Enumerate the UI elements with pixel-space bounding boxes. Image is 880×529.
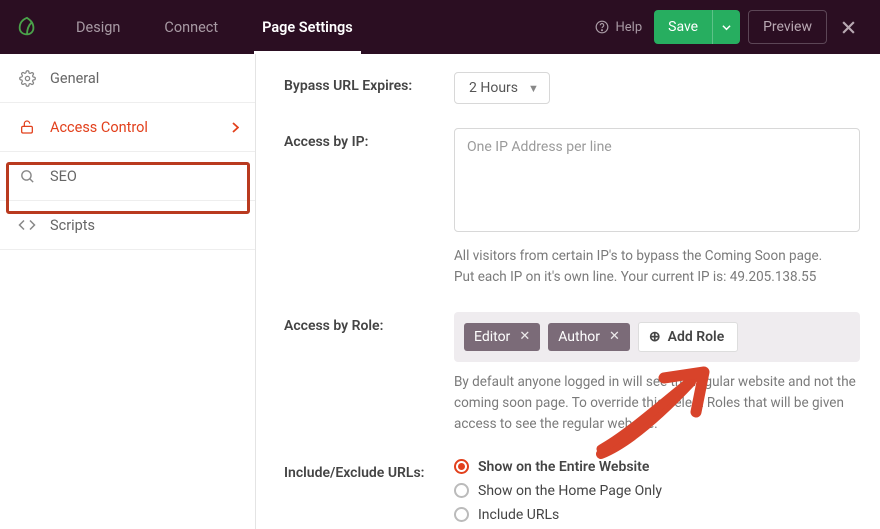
save-label: Save [654, 19, 712, 35]
tab-design[interactable]: Design [54, 0, 142, 54]
sidebar-item-label: SEO [50, 168, 77, 185]
lock-icon [18, 118, 36, 136]
field-access-by-role: Access by Role: Editor ✕ Author ✕ ⊕ Add … [284, 312, 860, 435]
chip-label: Author [558, 329, 600, 345]
gear-icon [18, 69, 36, 87]
search-icon [18, 167, 36, 185]
role-box: Editor ✕ Author ✕ ⊕ Add Role [454, 312, 860, 362]
field-label: Access by Role: [284, 312, 454, 435]
select-value: 2 Hours [469, 80, 518, 96]
field-access-by-ip: Access by IP: All visitors from certain … [284, 128, 860, 288]
radio-dot [454, 459, 469, 474]
help-label: Help [615, 20, 642, 35]
close-icon [841, 20, 856, 35]
bypass-expires-select[interactable]: 2 Hours ▼ [454, 72, 550, 104]
radio-dot [454, 507, 469, 522]
radio-label: Show on the Home Page Only [478, 483, 662, 499]
top-tabs: Design Connect Page Settings [54, 0, 375, 54]
chip-label: Editor [474, 329, 510, 345]
field-include-exclude-urls: Include/Exclude URLs: Show on the Entire… [284, 459, 860, 529]
sidebar-item-label: Scripts [50, 217, 95, 234]
topbar: Design Connect Page Settings Help Save P… [0, 0, 880, 54]
chevron-down-icon: ▼ [528, 82, 539, 95]
remove-icon[interactable]: ✕ [519, 329, 530, 344]
radio-label: Show on the Entire Website [478, 459, 649, 475]
radio-home-page-only[interactable]: Show on the Home Page Only [454, 483, 860, 499]
sidebar-item-scripts[interactable]: Scripts [0, 201, 255, 250]
chevron-right-icon [232, 122, 239, 133]
radio-label: Include URLs [478, 507, 559, 523]
sidebar-item-seo[interactable]: SEO [0, 152, 255, 201]
ip-textarea[interactable] [454, 128, 860, 232]
help-link[interactable]: Help [593, 18, 642, 36]
preview-button[interactable]: Preview [748, 10, 827, 44]
plus-icon: ⊕ [649, 329, 661, 345]
role-hint: By default anyone logged in will see the… [454, 372, 860, 435]
radio-include-urls[interactable]: Include URLs [454, 507, 860, 523]
sidebar: General Access Control SEO Scripts [0, 54, 256, 529]
app-logo[interactable] [0, 0, 54, 54]
field-label: Bypass URL Expires: [284, 72, 454, 104]
main-panel: Bypass URL Expires: 2 Hours ▼ Access by … [256, 54, 880, 529]
field-label: Include/Exclude URLs: [284, 459, 454, 529]
save-button[interactable]: Save [654, 10, 740, 44]
field-bypass-expires: Bypass URL Expires: 2 Hours ▼ [284, 72, 860, 104]
code-icon [18, 216, 36, 234]
add-role-button[interactable]: ⊕ Add Role [638, 322, 738, 352]
radio-dot [454, 483, 469, 498]
close-button[interactable] [827, 20, 870, 35]
ip-hint: All visitors from certain IP's to bypass… [454, 246, 860, 288]
sidebar-item-access-control[interactable]: Access Control [0, 103, 255, 152]
url-radio-group: Show on the Entire Website Show on the H… [454, 459, 860, 529]
sidebar-item-general[interactable]: General [0, 54, 255, 103]
sidebar-item-label: Access Control [50, 119, 148, 136]
sidebar-item-label: General [50, 70, 99, 87]
save-dropdown[interactable] [712, 10, 740, 44]
role-chip-author[interactable]: Author ✕ [548, 323, 630, 351]
radio-entire-website[interactable]: Show on the Entire Website [454, 459, 860, 475]
field-label: Access by IP: [284, 128, 454, 288]
tab-page-settings[interactable]: Page Settings [240, 0, 375, 54]
chevron-down-icon [722, 23, 731, 32]
help-icon [593, 18, 611, 36]
remove-icon[interactable]: ✕ [609, 329, 620, 344]
add-role-label: Add Role [668, 329, 725, 345]
tab-connect[interactable]: Connect [142, 0, 240, 54]
role-chip-editor[interactable]: Editor ✕ [464, 323, 540, 351]
